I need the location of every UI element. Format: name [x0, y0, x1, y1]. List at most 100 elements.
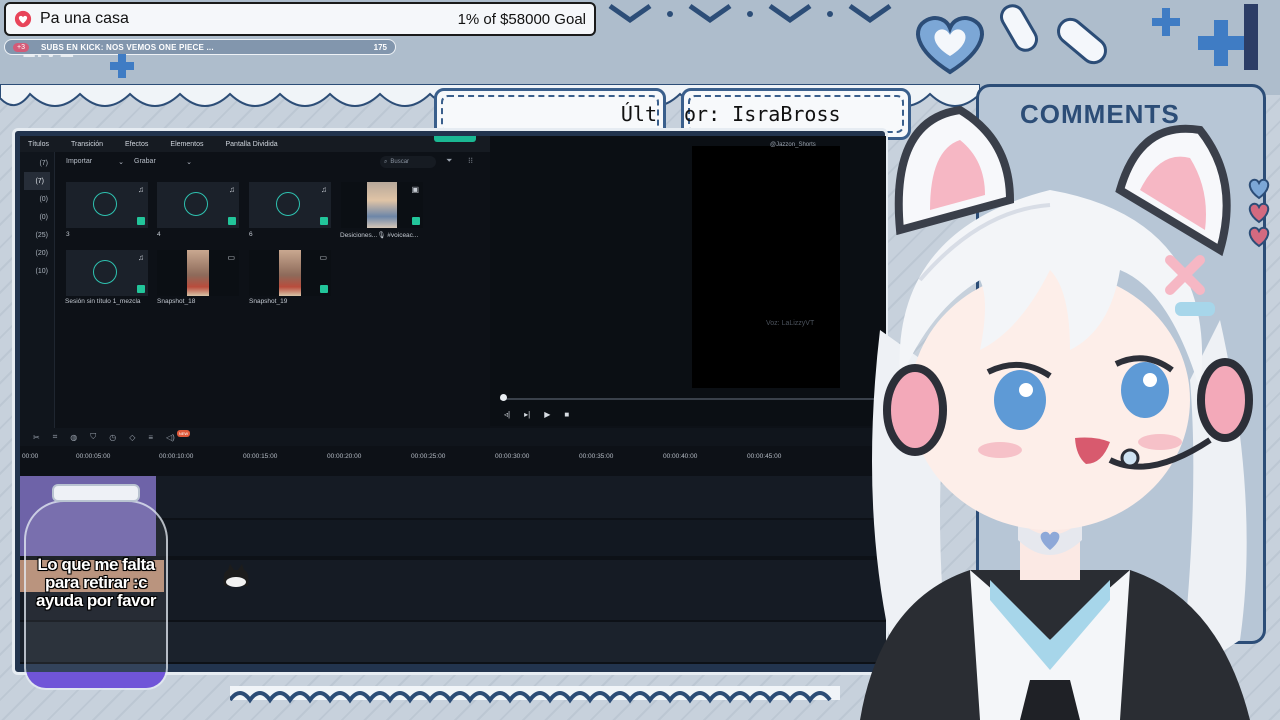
goal-progress: 1% of $58000 Goal [457, 10, 586, 28]
check-icon [228, 217, 236, 225]
media-tile-audio-6[interactable]: ♫ [249, 182, 331, 228]
side-item-4[interactable]: (25) [20, 226, 54, 244]
ruler-tick: 00:00:45:00 [747, 453, 782, 460]
search-icon: ⌕ [384, 158, 388, 165]
media-side-panel: (7) (7) (0) (0) (25) (20) (10) [20, 152, 55, 428]
menu-elementos[interactable]: Elementos [170, 141, 203, 148]
menu-pantalla-dividida[interactable]: Pantalla Dividida [225, 141, 277, 148]
ruler-tick: 00:00:05:00 [76, 453, 111, 460]
jar-text: Lo que me falta para retirar :c ayuda po… [35, 555, 157, 610]
heart-icon [14, 10, 32, 28]
menu-accent-bar [434, 136, 476, 142]
search-input[interactable]: ⌕ Buscar [380, 156, 436, 168]
side-item-1[interactable]: (7) [24, 172, 50, 190]
search-placeholder: Buscar [390, 159, 410, 165]
chevron-down-icon: ⌄ [186, 159, 192, 166]
music-icon [93, 260, 117, 284]
marker-icon[interactable]: ⛉ [90, 432, 96, 442]
ruler-tick: 00:00:10:00 [159, 453, 194, 460]
bubble-right-text: or: IsraBross [684, 102, 841, 126]
subs-ticker: +3 SUBS EN KICK: NOS VEMOS ONE PIECE ...… [4, 39, 396, 55]
subs-text: SUBS EN KICK: NOS VEMOS ONE PIECE ... [40, 42, 214, 52]
record-dropdown[interactable]: Grabar ⌄ [134, 158, 192, 166]
media-tile-audio-mix[interactable]: ♫ [66, 250, 148, 296]
music-icon [184, 192, 208, 216]
cut-icon[interactable]: ✂ [33, 433, 40, 442]
audio-icon[interactable]: ◁) [166, 433, 175, 442]
jar-lid [52, 484, 140, 502]
side-item-3[interactable]: (0) [20, 208, 54, 226]
menu-efectos[interactable]: Efectos [125, 141, 148, 148]
media-label: Snapshot_18 [157, 298, 196, 305]
stop-icon[interactable]: ■ [564, 410, 569, 422]
editor-menu-bar: Títulos Transición Efectos Elementos Pan… [20, 136, 490, 152]
new-badge: NEW [176, 429, 191, 437]
side-item-0[interactable]: (7) [20, 154, 54, 172]
media-tile-snapshot-19[interactable]: ▭ [249, 250, 331, 296]
playback-controls: ◃| ▸| ▶ ■ [504, 410, 604, 422]
cat-icon [223, 564, 249, 587]
ruler-tick: 00:00:35:00 [579, 453, 614, 460]
music-note-icon: ♫ [138, 253, 144, 262]
side-item-2[interactable]: (0) [20, 190, 54, 208]
vtuber-avatar [860, 105, 1253, 720]
adjust-icon[interactable]: ≡ [148, 433, 153, 442]
ruler-tick: 00:00:30:00 [495, 453, 530, 460]
ruler-tick: 00:00:15:00 [243, 453, 278, 460]
preview-handle-text: @Jazzon_Shorts [770, 142, 816, 148]
prev-frame-icon[interactable]: ◃| [504, 410, 510, 422]
palette-icon[interactable]: ◍ [70, 433, 77, 442]
jar-fill [26, 672, 166, 688]
goal-title: Pa una casa [40, 10, 129, 27]
step-icon[interactable]: ▸| [524, 410, 530, 422]
media-label: Desiciones...🎙 #voiceac... [340, 232, 419, 239]
ruler-tick: 00:00 [22, 453, 39, 460]
media-label: Sesión sin título 1_mezcla [65, 298, 141, 305]
media-tile-snapshot-18[interactable]: ▭ [157, 250, 239, 296]
timeline-toolbar: ✂ ⌗ ◍ ⛉ ◷ ◇ ≡ ◁) NEW [20, 428, 886, 446]
donation-jar: Lo que me falta para retirar :c ayuda po… [22, 480, 170, 700]
bottom-ribbon-decoration [230, 686, 840, 704]
music-note-icon: ♫ [138, 185, 144, 194]
menu-transicion[interactable]: Transición [71, 141, 103, 148]
pill-decoration-icon [1000, 4, 1107, 65]
import-label: Importar [66, 158, 93, 165]
subs-badge: +3 [13, 42, 29, 52]
play-icon[interactable]: ▶ [544, 410, 550, 422]
music-icon [93, 192, 117, 216]
record-label: Grabar [134, 158, 156, 165]
grid-icon[interactable]: ⁝⁝ [468, 156, 473, 165]
filter-icon[interactable]: ⏷ [446, 156, 452, 166]
music-note-icon: ♫ [321, 185, 327, 194]
media-tile-audio-3[interactable]: ♫ [66, 182, 148, 228]
video-thumbnail [367, 182, 397, 228]
media-label: 6 [249, 231, 253, 238]
check-icon [320, 217, 328, 225]
crop-icon[interactable]: ⌗ [53, 432, 58, 442]
film-icon: ▣ [411, 185, 419, 194]
ruler-tick: 00:00:25:00 [411, 453, 446, 460]
check-icon [137, 285, 145, 293]
timeline-ruler: 00:00 00:00:05:00 00:00:10:00 00:00:15:0… [20, 448, 886, 466]
clock-icon[interactable]: ◷ [109, 433, 116, 442]
image-icon: ▭ [227, 253, 235, 262]
check-icon [412, 217, 420, 225]
side-item-6[interactable]: (10) [20, 262, 54, 280]
image-thumbnail [187, 250, 209, 296]
plus-decoration-icon [110, 54, 134, 78]
media-tile-audio-4[interactable]: ♫ [157, 182, 239, 228]
donation-goal-bar: Pa una casa 1% of $58000 Goal [4, 2, 596, 36]
heart-decoration-icon [916, 16, 984, 75]
scrubber-handle[interactable] [500, 394, 507, 401]
music-note-icon: ♫ [229, 185, 235, 194]
check-icon [137, 217, 145, 225]
check-icon [320, 285, 328, 293]
menu-titulos[interactable]: Títulos [28, 141, 49, 148]
ruler-tick: 00:00:40:00 [663, 453, 698, 460]
media-label: Snapshot_19 [249, 298, 288, 305]
media-tile-video[interactable]: ▣ [341, 182, 423, 228]
side-item-5[interactable]: (20) [20, 244, 54, 262]
import-dropdown[interactable]: Importar ⌄ [66, 158, 124, 166]
media-label: 3 [66, 231, 70, 238]
keyframe-icon[interactable]: ◇ [129, 433, 135, 442]
